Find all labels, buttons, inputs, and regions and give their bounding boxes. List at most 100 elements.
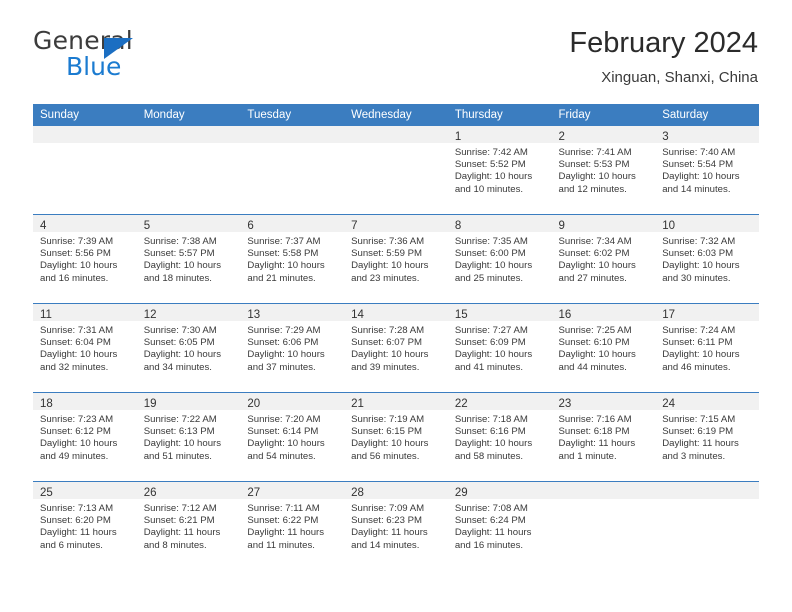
sunrise-text: Sunrise: 7:27 AM: [454, 325, 528, 336]
sunset-text: Sunset: 5:54 PM: [662, 159, 734, 171]
sunrise-text: Sunrise: 7:25 AM: [558, 325, 632, 336]
daylight-text: Daylight: 11 hours and 14 minutes.: [351, 527, 428, 551]
day-26[interactable]: 26 Sunrise: 7:12 AM Sunset: 6:21 PM Dayligh…: [136, 482, 241, 570]
calendar-day-cell: 3 Sunrise: 7:40 AM Sunset: 5:54 PM Daylight…: [655, 126, 759, 215]
calendar-day-cell: [344, 126, 448, 215]
day-20[interactable]: 20 Sunrise: 7:20 AM Sunset: 6:14 PM Dayligh…: [240, 393, 345, 481]
sunrise-text: Sunrise: 7:39 AM: [40, 236, 114, 247]
weekday-header-thursday: Thursday: [447, 104, 552, 126]
sunset-text: Sunset: 5:59 PM: [351, 248, 423, 260]
daylight-text: Daylight: 10 hours and 41 minutes.: [454, 349, 533, 373]
sunset-text: Sunset: 6:13 PM: [143, 426, 215, 438]
sunrise-text: Sunrise: 7:19 AM: [351, 414, 425, 425]
day-22[interactable]: 22 Sunrise: 7:18 AM Sunset: 6:16 PM Dayligh…: [447, 393, 552, 481]
day-info: Sunrise: 7:41 AM Sunset: 5:53 PM Daylight:…: [552, 143, 656, 196]
day-number-strip: [344, 126, 448, 143]
day-7[interactable]: 7 Sunrise: 7:36 AM Sunset: 5:59 PM Daylight…: [344, 215, 448, 303]
day-21[interactable]: 21 Sunrise: 7:19 AM Sunset: 6:15 PM Dayligh…: [344, 393, 448, 481]
day-info: Sunrise: 7:42 AM Sunset: 5:52 PM Daylight:…: [448, 143, 552, 196]
calendar-day-cell: 22 Sunrise: 7:18 AM Sunset: 6:16 PM Dayligh…: [447, 392, 552, 482]
day-15[interactable]: 15 Sunrise: 7:27 AM Sunset: 6:09 PM Dayligh…: [447, 304, 552, 392]
sunset-text: Sunset: 6:05 PM: [143, 337, 215, 349]
day-number-strip: 14: [344, 304, 448, 321]
day-29[interactable]: 29 Sunrise: 7:08 AM Sunset: 6:24 PM Dayligh…: [447, 482, 552, 570]
day-25[interactable]: 25 Sunrise: 7:13 AM Sunset: 6:20 PM Dayligh…: [33, 482, 137, 570]
day-1[interactable]: 1 Sunrise: 7:42 AM Sunset: 5:52 PM Daylight…: [447, 126, 552, 214]
day-12[interactable]: 12 Sunrise: 7:30 AM Sunset: 6:05 PM Dayligh…: [136, 304, 241, 392]
day-info: Sunrise: 7:35 AM Sunset: 6:00 PM Daylight:…: [448, 232, 552, 285]
day-2[interactable]: 2 Sunrise: 7:41 AM Sunset: 5:53 PM Daylight…: [551, 126, 656, 214]
day-empty: [551, 482, 656, 570]
day-empty: [344, 126, 448, 214]
page-subtitle: Xinguan, Shanxi, China: [601, 68, 758, 86]
day-19[interactable]: 19 Sunrise: 7:22 AM Sunset: 6:13 PM Dayligh…: [136, 393, 241, 481]
daylight-text: Daylight: 10 hours and 49 minutes.: [40, 438, 118, 462]
day-number-strip: [240, 126, 345, 143]
sunrise-text: Sunrise: 7:36 AM: [351, 236, 425, 247]
sunrise-text: Sunrise: 7:20 AM: [247, 414, 321, 425]
day-6[interactable]: 6 Sunrise: 7:37 AM Sunset: 5:58 PM Daylight…: [240, 215, 345, 303]
sunrise-text: Sunrise: 7:09 AM: [351, 503, 425, 514]
day-number-strip: 25: [33, 482, 137, 499]
day-info: Sunrise: 7:11 AM Sunset: 6:22 PM Daylight:…: [240, 499, 344, 552]
day-11[interactable]: 11 Sunrise: 7:31 AM Sunset: 6:04 PM Dayligh…: [33, 304, 137, 392]
day-info: Sunrise: 7:08 AM Sunset: 6:24 PM Daylight:…: [448, 499, 552, 552]
day-number: 26: [143, 487, 157, 499]
day-10[interactable]: 10 Sunrise: 7:32 AM Sunset: 6:03 PM Dayligh…: [655, 215, 759, 303]
day-13[interactable]: 13 Sunrise: 7:29 AM Sunset: 6:06 PM Dayligh…: [240, 304, 345, 392]
calendar-week-row: 4 Sunrise: 7:39 AM Sunset: 5:56 PM Daylight…: [33, 214, 759, 304]
calendar-day-cell: [551, 481, 656, 570]
day-number-strip: [655, 482, 759, 499]
daylight-text: Daylight: 10 hours and 16 minutes.: [40, 260, 118, 284]
day-number: 20: [247, 398, 261, 410]
day-number: 19: [143, 398, 157, 410]
day-28[interactable]: 28 Sunrise: 7:09 AM Sunset: 6:23 PM Dayligh…: [344, 482, 448, 570]
day-number: 3: [662, 131, 669, 143]
daylight-text: Daylight: 11 hours and 3 minutes.: [662, 438, 739, 462]
calendar-day-cell: 7 Sunrise: 7:36 AM Sunset: 5:59 PM Daylight…: [344, 214, 448, 304]
day-info: Sunrise: 7:36 AM Sunset: 5:59 PM Daylight:…: [344, 232, 448, 285]
day-number-strip: [33, 126, 137, 143]
calendar-week-row: 1 Sunrise: 7:42 AM Sunset: 5:52 PM Daylight…: [33, 126, 759, 215]
day-info: Sunrise: 7:37 AM Sunset: 5:58 PM Daylight:…: [240, 232, 344, 285]
calendar-day-cell: 27 Sunrise: 7:11 AM Sunset: 6:22 PM Dayligh…: [240, 481, 345, 570]
day-info: Sunrise: 7:31 AM Sunset: 6:04 PM Daylight:…: [33, 321, 137, 374]
day-number: 10: [662, 220, 676, 232]
daylight-text: Daylight: 10 hours and 54 minutes.: [247, 438, 325, 462]
calendar-day-cell: 2 Sunrise: 7:41 AM Sunset: 5:53 PM Daylight…: [551, 126, 656, 215]
calendar-day-cell: 4 Sunrise: 7:39 AM Sunset: 5:56 PM Daylight…: [33, 214, 137, 304]
day-info: Sunrise: 7:12 AM Sunset: 6:21 PM Daylight:…: [137, 499, 241, 552]
day-number-strip: 7: [344, 215, 448, 232]
sunset-text: Sunset: 5:58 PM: [247, 248, 319, 260]
day-8[interactable]: 8 Sunrise: 7:35 AM Sunset: 6:00 PM Daylight…: [447, 215, 552, 303]
sunrise-text: Sunrise: 7:34 AM: [558, 236, 632, 247]
day-4[interactable]: 4 Sunrise: 7:39 AM Sunset: 5:56 PM Daylight…: [33, 215, 137, 303]
sunrise-text: Sunrise: 7:11 AM: [247, 503, 320, 514]
day-17[interactable]: 17 Sunrise: 7:24 AM Sunset: 6:11 PM Dayligh…: [655, 304, 759, 392]
sunrise-text: Sunrise: 7:30 AM: [143, 325, 217, 336]
calendar-week-row: 18 Sunrise: 7:23 AM Sunset: 6:12 PM Dayligh…: [33, 392, 759, 482]
daylight-text: Daylight: 11 hours and 1 minute.: [558, 438, 636, 462]
weekday-header-tuesday: Tuesday: [240, 104, 345, 126]
sunset-text: Sunset: 6:14 PM: [247, 426, 319, 438]
calendar-week-row: 11 Sunrise: 7:31 AM Sunset: 6:04 PM Dayligh…: [33, 303, 759, 393]
day-18[interactable]: 18 Sunrise: 7:23 AM Sunset: 6:12 PM Dayligh…: [33, 393, 137, 481]
day-number-strip: 8: [447, 215, 552, 232]
sunrise-text: Sunrise: 7:22 AM: [143, 414, 217, 425]
calendar-page: General Blue February 2024 Xinguan, Shan…: [0, 0, 792, 612]
day-number: 22: [454, 398, 468, 410]
day-number-strip: 18: [33, 393, 137, 410]
day-9[interactable]: 9 Sunrise: 7:34 AM Sunset: 6:02 PM Daylight…: [551, 215, 656, 303]
daylight-text: Daylight: 10 hours and 46 minutes.: [662, 349, 740, 373]
day-5[interactable]: 5 Sunrise: 7:38 AM Sunset: 5:57 PM Daylight…: [136, 215, 241, 303]
daylight-text: Daylight: 11 hours and 6 minutes.: [40, 527, 117, 551]
day-info: Sunrise: 7:09 AM Sunset: 6:23 PM Daylight:…: [344, 499, 448, 552]
day-14[interactable]: 14 Sunrise: 7:28 AM Sunset: 6:07 PM Dayligh…: [344, 304, 448, 392]
day-24[interactable]: 24 Sunrise: 7:15 AM Sunset: 6:19 PM Dayligh…: [655, 393, 759, 481]
day-16[interactable]: 16 Sunrise: 7:25 AM Sunset: 6:10 PM Dayligh…: [551, 304, 656, 392]
day-23[interactable]: 23 Sunrise: 7:16 AM Sunset: 6:18 PM Dayligh…: [551, 393, 656, 481]
day-27[interactable]: 27 Sunrise: 7:11 AM Sunset: 6:22 PM Dayligh…: [240, 482, 345, 570]
day-3[interactable]: 3 Sunrise: 7:40 AM Sunset: 5:54 PM Daylight…: [655, 126, 759, 214]
day-number: 11: [40, 309, 52, 321]
day-number-strip: 26: [136, 482, 241, 499]
